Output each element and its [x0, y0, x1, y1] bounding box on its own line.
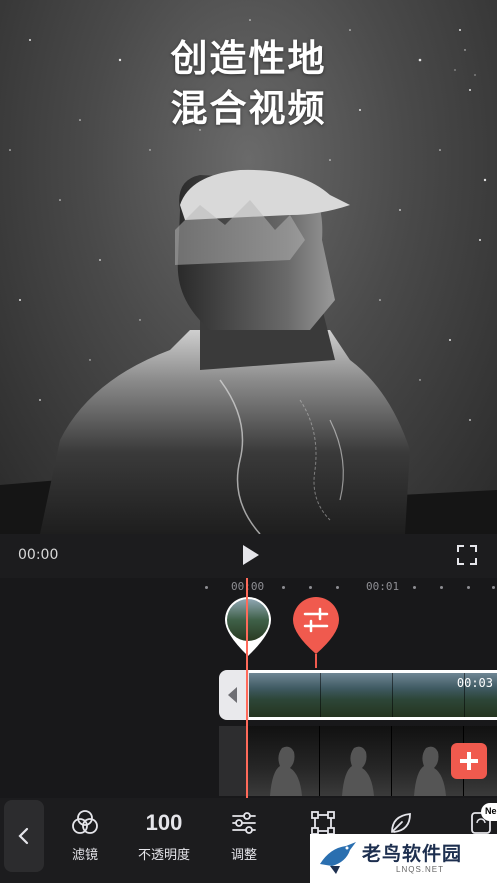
video-clip-track[interactable]: 00:03 [219, 670, 497, 720]
ruler-dot [205, 586, 208, 589]
clip-thumbnail-pin[interactable] [224, 596, 272, 658]
adjustment-marker[interactable] [292, 596, 340, 668]
headline-line-1: 创造性地 [170, 37, 327, 80]
clip-frame [249, 673, 321, 717]
track-spacer [219, 726, 248, 796]
ruler-dot [467, 586, 470, 589]
clip-trim-handle[interactable] [219, 670, 249, 720]
ruler-dot [309, 586, 312, 589]
overlay-frame [248, 726, 320, 796]
playback-controls: 00:00 [0, 534, 497, 578]
clip-duration: 00:03 [456, 676, 493, 690]
fullscreen-icon[interactable] [456, 544, 478, 566]
current-time: 00:00 [18, 547, 59, 563]
tool-filter-label: 滤镜 [71, 848, 98, 863]
clip-filmstrip: 00:03 [249, 670, 497, 720]
tool-adjust-label: 调整 [230, 848, 257, 863]
tool-opacity[interactable]: 100 不透明度 [129, 808, 199, 872]
headline-line-2: 混合视频 [170, 87, 327, 130]
tool-filter[interactable]: 滤镜 [50, 808, 120, 872]
watermark: 老鸟软件园 LNQS.NET [310, 834, 497, 883]
ruler-dot [336, 586, 339, 589]
clip-frame [321, 673, 393, 717]
video-preview[interactable]: 创造性地 混合视频 [0, 0, 497, 534]
opacity-value: 100 [145, 810, 183, 835]
watermark-subtext: LNQS.NET [396, 865, 445, 874]
watermark-text: 老鸟软件园 [362, 843, 463, 865]
chevron-left-icon [18, 827, 29, 845]
timeline[interactable]: 00:00 00:01 [0, 578, 497, 798]
headline: 创造性地 混合视频 [0, 34, 497, 134]
ruler-dot [413, 586, 416, 589]
tool-opacity-label: 不透明度 [137, 848, 190, 863]
new-badge: Ne [481, 803, 497, 821]
ruler-dot [492, 586, 495, 589]
chevron-left-icon [228, 687, 237, 703]
filter-icon [72, 810, 98, 834]
clip-frame [393, 673, 465, 717]
time-ruler: 00:00 00:01 [0, 578, 497, 596]
play-icon[interactable] [238, 543, 262, 567]
tool-adjust[interactable]: 调整 [209, 808, 279, 872]
overlay-frame [320, 726, 392, 796]
bird-logo-icon [320, 842, 356, 874]
ruler-dot [440, 586, 443, 589]
add-clip-button[interactable] [451, 743, 487, 779]
playhead[interactable] [246, 578, 248, 798]
ruler-dot [282, 586, 285, 589]
sliders-icon [232, 812, 256, 834]
back-button[interactable] [4, 800, 44, 872]
ruler-mark-1: 00:01 [366, 580, 400, 593]
